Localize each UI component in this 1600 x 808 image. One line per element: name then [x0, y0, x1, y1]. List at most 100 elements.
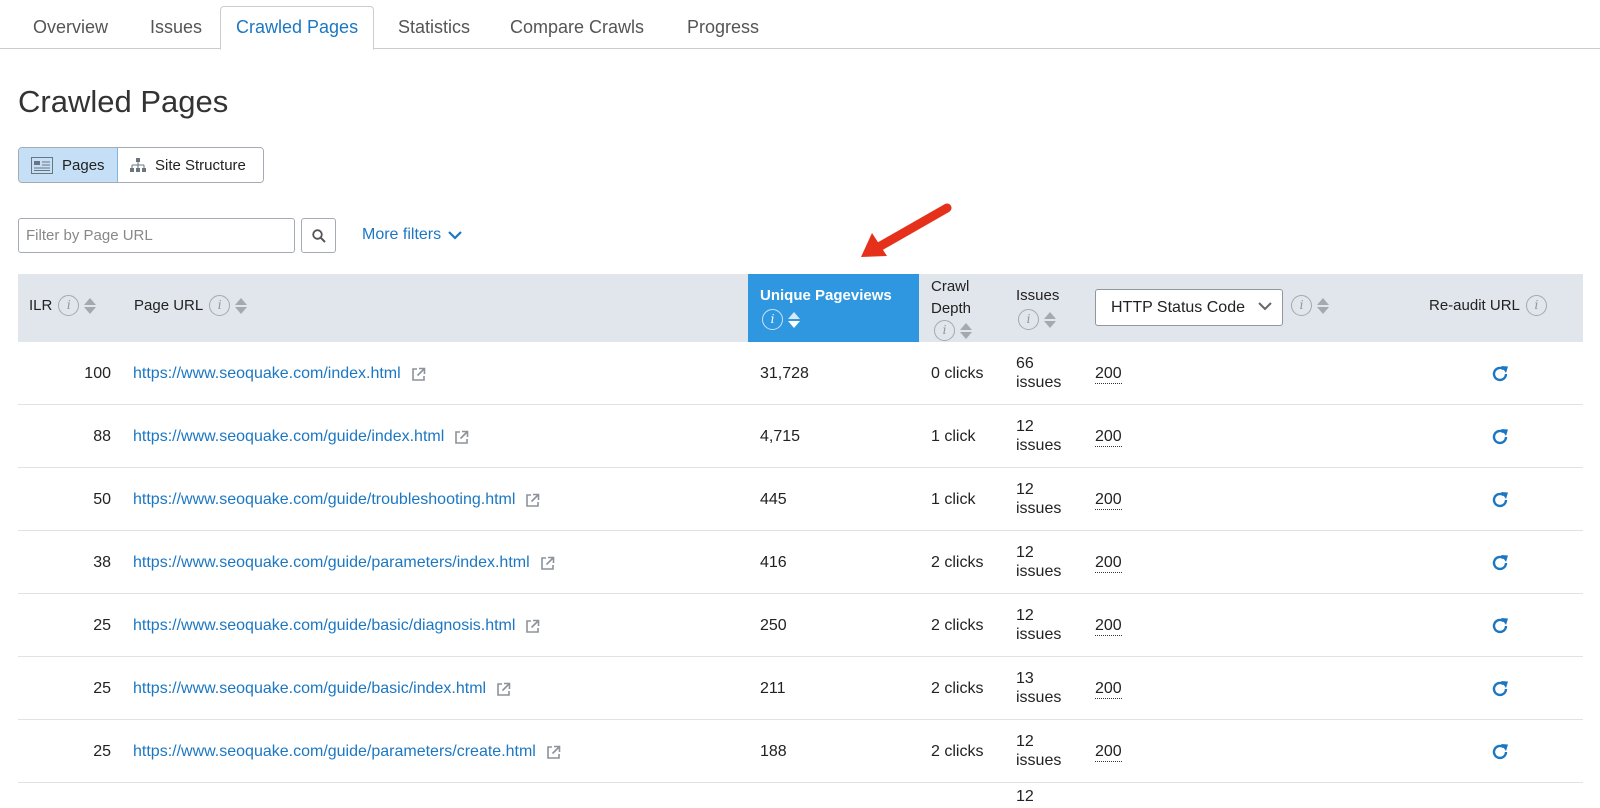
tab-compare-crawls[interactable]: Compare Crawls	[495, 6, 659, 49]
sort-icon[interactable]	[1317, 297, 1329, 314]
ilr-value: 38	[93, 554, 111, 571]
crawl-depth-value: 2 clicks	[931, 743, 984, 760]
page-url-link[interactable]: https://www.seoquake.com/guide/basic/dia…	[133, 617, 540, 635]
http-status-value[interactable]: 200	[1095, 743, 1122, 762]
crawl-depth-header[interactable]: Crawl Depth	[931, 276, 971, 320]
crawl-depth-value: 2 clicks	[931, 680, 984, 697]
issues-link[interactable]: 12 issues	[1016, 417, 1061, 455]
reaudit-header-label: Re-audit URL	[1429, 297, 1520, 314]
tab-statistics[interactable]: Statistics	[383, 6, 485, 49]
tab-progress[interactable]: Progress	[672, 6, 774, 49]
external-link-icon[interactable]	[525, 619, 540, 634]
sort-icon[interactable]	[1044, 311, 1056, 328]
issues-link[interactable]: 12 issues	[1016, 543, 1061, 581]
external-link-icon[interactable]	[496, 682, 511, 697]
issues-count: 12	[1016, 788, 1034, 805]
page-url-link[interactable]: https://www.seoquake.com/guide/troublesh…	[133, 491, 540, 509]
refresh-icon[interactable]	[1490, 553, 1510, 573]
issues-header[interactable]: Issues	[1016, 287, 1059, 304]
reaudit-button[interactable]	[1490, 364, 1510, 389]
table-row: 25 https://www.seoquake.com/guide/basic/d…	[18, 594, 1583, 657]
site-structure-view-button[interactable]: Site Structure	[118, 148, 263, 182]
info-icon[interactable]: i	[58, 295, 80, 316]
issues-link[interactable]: 12 issues	[1016, 732, 1061, 770]
info-icon[interactable]: i	[934, 320, 955, 341]
refresh-icon[interactable]	[1490, 679, 1510, 699]
issues-word: issues	[1016, 752, 1062, 769]
sort-icon[interactable]	[84, 297, 97, 314]
reaudit-button[interactable]	[1490, 742, 1510, 767]
page-url-filter-input[interactable]	[18, 218, 295, 253]
http-status-value[interactable]: 200	[1095, 365, 1122, 384]
pages-icon	[31, 156, 53, 174]
search-button[interactable]	[301, 218, 336, 253]
unique-pageviews-header-controls: i	[756, 309, 800, 330]
issues-count: 12	[1016, 481, 1034, 498]
crawl-depth-header-controls: i	[928, 320, 972, 341]
external-link-icon[interactable]	[525, 493, 540, 508]
reaudit-button[interactable]	[1490, 490, 1510, 515]
info-icon[interactable]: i	[209, 295, 231, 316]
tab-overview[interactable]: Overview	[18, 6, 123, 49]
unique-pageviews-value: 4,715	[760, 428, 801, 445]
reaudit-button[interactable]	[1490, 553, 1510, 578]
http-status-value[interactable]: 200	[1095, 680, 1122, 699]
ilr-value: 88	[93, 428, 111, 445]
issues-word: issues	[1016, 689, 1062, 706]
page-url-link[interactable]: https://www.seoquake.com/guide/parameter…	[133, 743, 561, 761]
http-status-value[interactable]: 200	[1095, 491, 1122, 510]
reaudit-button[interactable]	[1490, 616, 1510, 641]
sort-icon[interactable]	[235, 297, 248, 314]
issues-link[interactable]: 12	[1016, 787, 1034, 806]
http-status-value[interactable]: 200	[1095, 428, 1122, 447]
sort-icon[interactable]	[960, 322, 972, 339]
ilr-header[interactable]: ILR i	[29, 295, 97, 316]
sort-icon[interactable]	[788, 311, 800, 328]
http-status-code-select[interactable]: HTTP Status Code	[1095, 289, 1283, 326]
external-link-icon[interactable]	[454, 430, 469, 445]
issues-count: 66	[1016, 355, 1034, 372]
refresh-icon[interactable]	[1490, 616, 1510, 636]
reaudit-button[interactable]	[1490, 679, 1510, 704]
page-url-link[interactable]: https://www.seoquake.com/index.html	[133, 365, 426, 383]
unique-pageviews-header-label: Unique Pageviews	[760, 287, 892, 304]
pages-view-button[interactable]: Pages	[19, 148, 118, 182]
refresh-icon[interactable]	[1490, 427, 1510, 447]
page-url-link[interactable]: https://www.seoquake.com/guide/basic/ind…	[133, 680, 511, 698]
info-icon[interactable]: i	[1525, 295, 1547, 316]
info-icon[interactable]: i	[762, 309, 783, 330]
http-status-header-controls: i	[1285, 295, 1329, 316]
unique-pageviews-header[interactable]: Unique Pageviews	[760, 287, 892, 304]
external-link-icon[interactable]	[546, 745, 561, 760]
more-filters-label: More filters	[362, 226, 442, 243]
info-icon[interactable]: i	[1291, 295, 1312, 316]
issues-word: issues	[1016, 374, 1062, 391]
http-status-value[interactable]: 200	[1095, 617, 1122, 636]
page-url-link[interactable]: https://www.seoquake.com/guide/parameter…	[133, 554, 555, 572]
unique-pageviews-value: 188	[760, 743, 787, 760]
unique-pageviews-value: 211	[760, 680, 786, 697]
more-filters-toggle[interactable]: More filters	[362, 226, 463, 244]
refresh-icon[interactable]	[1490, 742, 1510, 762]
chevron-down-icon	[448, 231, 462, 240]
external-link-icon[interactable]	[540, 556, 555, 571]
chevron-down-icon	[1258, 302, 1272, 311]
tab-issues[interactable]: Issues	[135, 6, 217, 49]
external-link-icon[interactable]	[411, 367, 426, 382]
view-toggle: Pages Site Structure	[18, 147, 264, 183]
table-row: 100 https://www.seoquake.com/index.html 31…	[18, 342, 1583, 405]
tab-crawled-pages[interactable]: Crawled Pages	[220, 6, 375, 50]
page-url-link[interactable]: https://www.seoquake.com/guide/index.htm…	[133, 428, 469, 446]
refresh-icon[interactable]	[1490, 364, 1510, 384]
issues-link[interactable]: 66 issues	[1016, 354, 1061, 392]
refresh-icon[interactable]	[1490, 490, 1510, 510]
issues-header-label: Issues	[1016, 287, 1060, 304]
issues-link[interactable]: 12 issues	[1016, 606, 1061, 644]
page-url-text: https://www.seoquake.com/index.html	[133, 365, 401, 382]
issues-link[interactable]: 13 issues	[1016, 669, 1061, 707]
http-status-value[interactable]: 200	[1095, 554, 1122, 573]
issues-link[interactable]: 12 issues	[1016, 480, 1061, 518]
page-url-header[interactable]: Page URL i	[134, 295, 248, 316]
info-icon[interactable]: i	[1018, 309, 1039, 330]
reaudit-button[interactable]	[1490, 427, 1510, 452]
